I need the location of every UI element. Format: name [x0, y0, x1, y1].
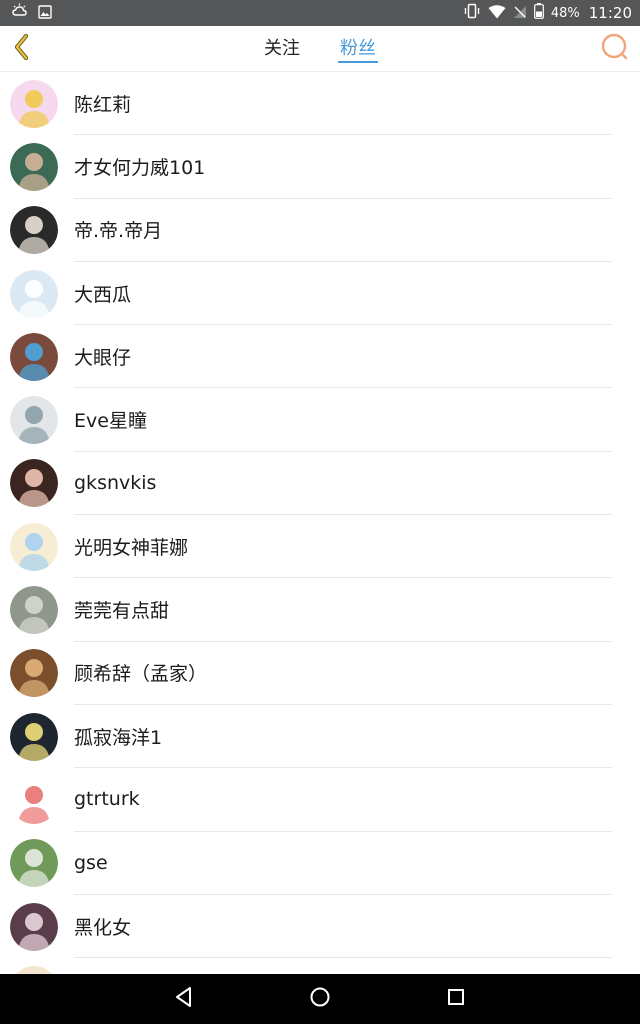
fan-name: 帝.帝.帝月 [74, 220, 163, 243]
fan-list-item[interactable] [0, 958, 640, 974]
fan-list-item[interactable]: 才女何力威101 [0, 135, 640, 199]
avatar[interactable] [10, 649, 58, 698]
status-left [10, 3, 52, 23]
fan-name: 光明女神菲娜 [74, 536, 189, 559]
fan-list-item[interactable]: 莞莞有点甜 [0, 578, 640, 642]
fan-row-body: 大西瓜 [74, 262, 612, 326]
fan-row-body: 顾希辞（孟家） [74, 642, 612, 705]
avatar[interactable] [10, 712, 58, 761]
fan-name: gtrturk [74, 788, 140, 811]
fan-name: 大眼仔 [74, 346, 132, 369]
nav-home-button[interactable] [305, 984, 335, 1014]
triangle-back-icon [174, 986, 194, 1012]
avatar[interactable] [10, 459, 58, 508]
circle-home-icon [309, 986, 331, 1012]
avatar[interactable] [10, 269, 58, 318]
fan-list-item[interactable]: 黑化女 [0, 895, 640, 959]
fan-row-body: 帝.帝.帝月 [74, 199, 612, 262]
search-button[interactable] [598, 32, 632, 66]
fan-name: Eve星瞳 [74, 410, 147, 433]
fan-list-item[interactable]: 孤寂海洋1 [0, 705, 640, 769]
avatar[interactable] [10, 839, 58, 888]
battery-percent: 48% [550, 5, 580, 21]
image-notification-icon [38, 4, 52, 23]
fan-name: 莞莞有点甜 [74, 600, 170, 623]
avatar[interactable] [10, 522, 58, 571]
fan-name: gse [74, 851, 108, 874]
fan-list: 陈红莉才女何力威101 帝.帝.帝月 大西瓜大眼仔 Eve星瞳 gksnvkis 光明女神… [0, 72, 640, 974]
fan-list-item[interactable]: 大眼仔 [0, 325, 640, 389]
fan-name: 陈红莉 [74, 93, 132, 116]
avatar[interactable] [10, 775, 58, 824]
fan-list-item[interactable]: gksnvkis [0, 452, 640, 516]
fan-row-body: gtrturk [74, 768, 612, 832]
fan-name: 顾希辞（孟家） [74, 663, 208, 686]
fan-row-body: 光明女神菲娜 [74, 515, 612, 579]
avatar[interactable] [10, 965, 58, 974]
avatar[interactable] [10, 206, 58, 255]
app-header: 关注 粉丝 [0, 26, 640, 72]
fan-row-body: 黑化女 [74, 895, 612, 959]
avatar[interactable] [10, 586, 58, 635]
avatar[interactable] [10, 902, 58, 951]
search-icon [600, 32, 630, 66]
fan-row-body: 大眼仔 [74, 325, 612, 389]
avatar[interactable] [10, 79, 58, 128]
fan-name: 大西瓜 [74, 283, 132, 306]
fan-row-body: gse [74, 832, 612, 895]
fan-list-item[interactable]: 顾希辞（孟家） [0, 642, 640, 705]
fan-list-item[interactable]: 大西瓜 [0, 262, 640, 326]
fan-row-body: gksnvkis [74, 452, 612, 516]
status-right: 48% 11:20 [463, 3, 632, 23]
fan-name: 黑化女 [74, 916, 132, 939]
fan-row-body [74, 958, 612, 974]
fan-row-body: 莞莞有点甜 [74, 578, 612, 642]
avatar[interactable] [10, 142, 58, 191]
fan-list-item[interactable]: 帝.帝.帝月 [0, 199, 640, 262]
fan-list-item[interactable]: Eve星瞳 [0, 388, 640, 452]
tab-following[interactable]: 关注 [262, 26, 302, 72]
navigation-bar [0, 974, 640, 1024]
fan-row-body: 才女何力威101 [74, 135, 612, 199]
nav-recents-button[interactable] [441, 984, 471, 1014]
fan-row-body: 孤寂海洋1 [74, 705, 612, 769]
fan-name: gksnvkis [74, 471, 157, 494]
fan-row-body: Eve星瞳 [74, 388, 612, 452]
fan-list-item[interactable]: gtrturk [0, 768, 640, 832]
avatar[interactable] [10, 396, 58, 445]
weather-icon [10, 3, 30, 23]
wifi-icon [488, 4, 506, 23]
avatar[interactable] [10, 332, 58, 381]
fan-name: 才女何力威101 [74, 156, 206, 179]
no-signal-icon [513, 4, 527, 23]
tab-fans[interactable]: 粉丝 [338, 26, 378, 72]
fan-name: 孤寂海洋1 [74, 726, 163, 749]
tab-bar: 关注 粉丝 [0, 26, 640, 72]
fan-list-item[interactable]: 陈红莉 [0, 72, 640, 136]
status-bar: 48% 11:20 [0, 0, 640, 26]
nav-back-button[interactable] [169, 984, 199, 1014]
battery-icon [533, 3, 544, 23]
fan-list-item[interactable]: gse [0, 832, 640, 895]
vibrate-icon [463, 3, 481, 23]
clock: 11:20 [588, 4, 632, 22]
square-recents-icon [446, 987, 466, 1011]
fan-row-body: 陈红莉 [74, 72, 612, 136]
fan-list-item[interactable]: 光明女神菲娜 [0, 515, 640, 579]
